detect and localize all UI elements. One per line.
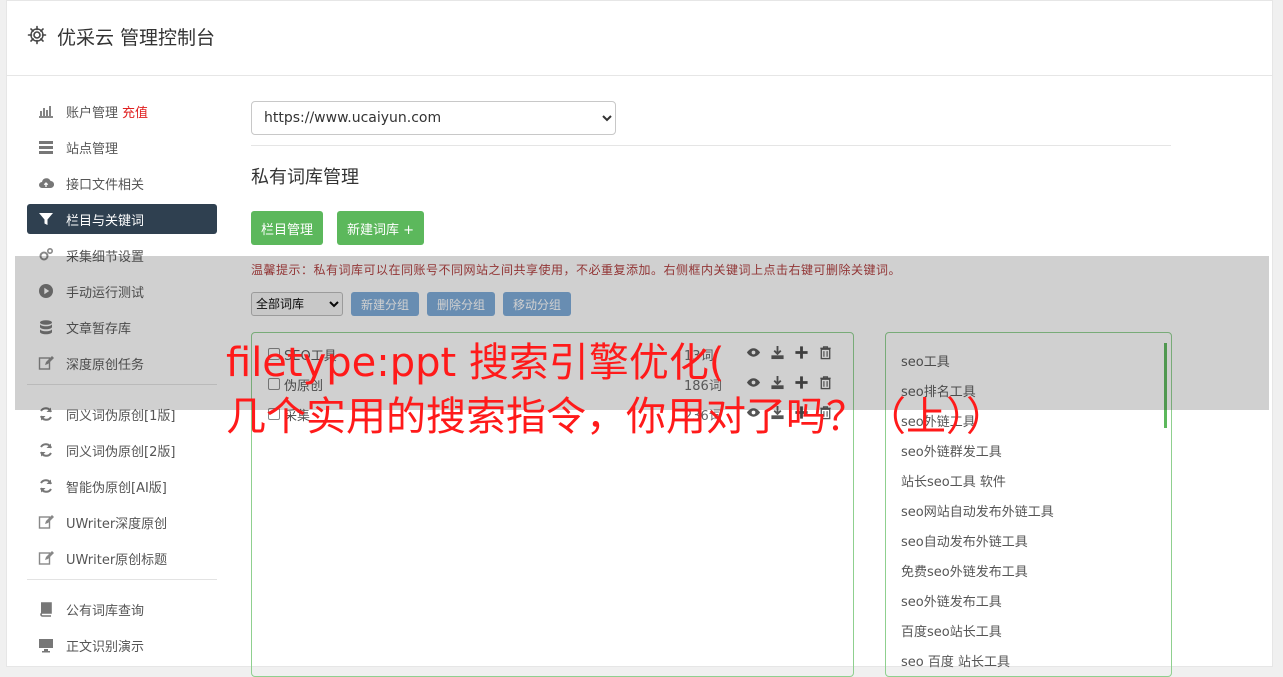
sidebar-item-uwriter-deep[interactable]: UWriter深度原创 [27, 507, 217, 537]
refresh-icon [37, 478, 55, 494]
site-select[interactable]: https://www.ucaiyun.com [251, 101, 616, 135]
monitor-icon [37, 637, 55, 653]
sidebar-item-label: 账户管理 [66, 105, 119, 121]
recharge-link[interactable]: 充值 [122, 102, 148, 121]
bar-chart-icon [37, 103, 55, 119]
edit-icon [37, 550, 55, 566]
sidebar-item-sites[interactable]: 站点管理 [27, 132, 217, 162]
sidebar-item-ai-rewrite[interactable]: 智能伪原创[AI版] [27, 471, 217, 501]
book-icon [37, 601, 55, 617]
keyword-item[interactable]: seo外链发布工具 [901, 585, 1171, 615]
server-icon [37, 139, 55, 155]
keyword-item[interactable]: seo 百度 站长工具 [901, 645, 1171, 675]
top-bar: 优采云 管理控制台 [7, 1, 1272, 76]
new-lexicon-button[interactable]: 新建词库 + [337, 211, 425, 245]
keyword-item[interactable]: 百度seo站长工具 [901, 615, 1171, 645]
keyword-item[interactable]: seo自动发布外链工具 [901, 525, 1171, 555]
sidebar-item-label: 正文识别演示 [66, 639, 145, 655]
sidebar-item-label: UWriter原创标题 [66, 552, 168, 568]
column-manage-button[interactable]: 栏目管理 [251, 211, 324, 245]
sidebar-divider [27, 579, 217, 580]
sidebar-item-label: 同义词伪原创[2版] [66, 444, 176, 460]
gear-icon [27, 25, 47, 45]
sidebar-item-label: 栏目与关键词 [66, 213, 145, 229]
overlay-caption: filetype:ppt 搜索引擎优化( 几个实用的搜索指令，你用对了吗？（上）… [226, 336, 1006, 444]
refresh-icon [37, 442, 55, 458]
sidebar-item-account[interactable]: 账户管理 充值 [27, 96, 217, 126]
keyword-item[interactable]: 站长seo工具 软件 [901, 465, 1171, 495]
filter-icon [37, 211, 55, 227]
section-divider [251, 145, 1171, 146]
sidebar-item-public-lexicon[interactable]: 公有词库查询 [27, 594, 217, 624]
cloud-upload-icon [37, 175, 55, 191]
sidebar-item-label: 智能伪原创[AI版] [66, 480, 167, 496]
keyword-item[interactable]: seo网站自动发布外链工具 [901, 495, 1171, 525]
section-title: 私有词库管理 [251, 167, 359, 188]
sidebar-item-label: UWriter深度原创 [66, 516, 168, 532]
sidebar-item-synonym-v2[interactable]: 同义词伪原创[2版] [27, 435, 217, 465]
sidebar-item-uwriter-title[interactable]: UWriter原创标题 [27, 543, 217, 573]
sidebar-item-label: 站点管理 [66, 141, 119, 157]
page-title: 优采云 管理控制台 [57, 27, 216, 49]
sidebar-item-columns-keywords[interactable]: 栏目与关键词 [27, 204, 217, 234]
sidebar-item-label: 公有词库查询 [66, 603, 145, 619]
overlay-line-2: 几个实用的搜索指令，你用对了吗？（上）） [226, 394, 1006, 440]
sidebar-item-api-files[interactable]: 接口文件相关 [27, 168, 217, 198]
sidebar-item-label: 接口文件相关 [66, 177, 145, 193]
keyword-item[interactable]: 免费seo外链发布工具 [901, 555, 1171, 585]
sidebar-item-text-recognition[interactable]: 正文识别演示 [27, 630, 217, 660]
overlay-line-1: filetype:ppt 搜索引擎优化( [226, 340, 725, 386]
edit-icon [37, 514, 55, 530]
action-buttons: 栏目管理 新建词库 + [251, 211, 1171, 245]
